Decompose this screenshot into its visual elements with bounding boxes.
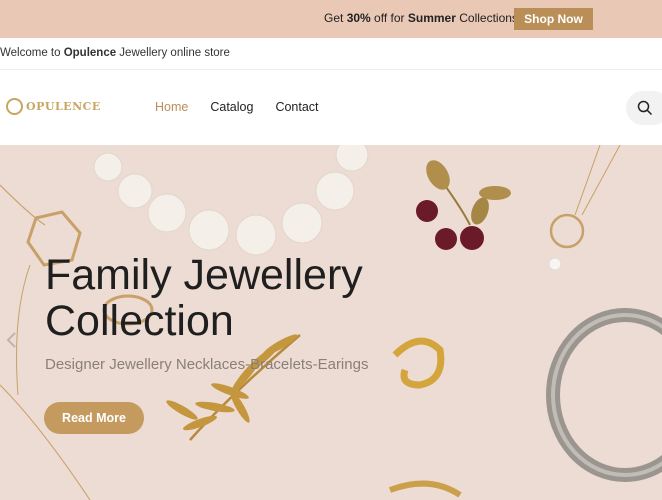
logo[interactable]: OPULENCE <box>6 98 101 115</box>
promo-text: Get 30% off for Summer Collections <box>324 11 518 25</box>
chevron-left-icon[interactable] <box>5 331 17 349</box>
promo-bar: Get 30% off for Summer Collections Shop … <box>0 0 662 38</box>
logo-text: OPULENCE <box>26 100 101 113</box>
nav-item-home[interactable]: Home <box>155 100 188 114</box>
shop-now-button[interactable]: Shop Now <box>514 8 593 30</box>
nav-item-catalog[interactable]: Catalog <box>210 100 253 114</box>
hero-subtitle: Designer Jewellery Necklaces-Bracelets-E… <box>45 356 369 373</box>
hero-title: Family Jewellery Collection <box>45 252 363 344</box>
main-nav: Home Catalog Contact <box>155 100 341 114</box>
search-button[interactable] <box>626 91 662 125</box>
hero-title-line1: Family Jewellery <box>45 251 363 299</box>
welcome-text: Welcome to Opulence Jewellery online sto… <box>0 47 230 59</box>
logo-ring-icon <box>6 98 23 115</box>
site-header: OPULENCE Home Catalog Contact <box>0 71 662 145</box>
search-icon <box>637 100 653 116</box>
hero-banner: Family Jewellery Collection Designer Jew… <box>0 145 662 500</box>
welcome-bar: Welcome to Opulence Jewellery online sto… <box>0 38 662 70</box>
read-more-button[interactable]: Read More <box>44 402 144 434</box>
nav-item-contact[interactable]: Contact <box>275 100 318 114</box>
hero-title-line2: Collection <box>45 297 234 345</box>
